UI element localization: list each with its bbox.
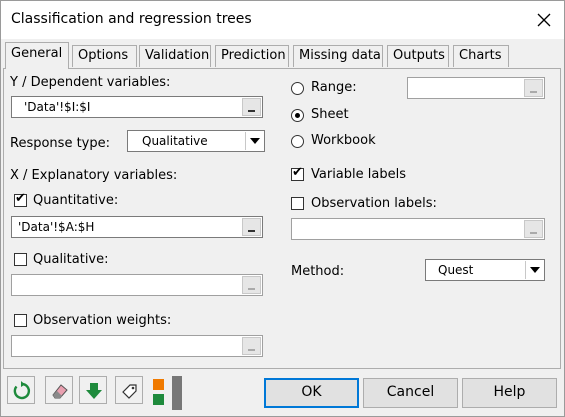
ok-button[interactable]: OK <box>264 378 359 408</box>
tab-label: Prediction <box>221 48 286 63</box>
range-radio[interactable] <box>291 82 304 95</box>
workbook-radio[interactable] <box>291 135 304 148</box>
range-label: Range: <box>311 80 357 95</box>
ok-label: OK <box>301 384 322 400</box>
range-select-button[interactable] <box>242 276 261 294</box>
close-icon[interactable] <box>533 9 555 31</box>
range-select-button[interactable] <box>524 79 543 97</box>
range-select-button[interactable] <box>524 220 543 238</box>
range-select-button[interactable] <box>242 218 261 236</box>
move-down-button[interactable] <box>79 376 107 404</box>
variable-labels-label: Variable labels <box>311 167 406 182</box>
sheet-label: Sheet <box>311 107 349 122</box>
tab-label: Missing data <box>299 48 381 63</box>
y-dependent-field[interactable]: 'Data'!$I:$I <box>11 96 263 118</box>
x-explanatory-label: X / Explanatory variables: <box>10 168 178 183</box>
quantitative-field[interactable]: 'Data'!$A:$H <box>11 216 263 238</box>
observation-labels-label: Observation labels: <box>311 196 437 211</box>
range-field[interactable] <box>407 77 545 99</box>
tab-label: Charts <box>459 48 502 63</box>
variable-labels-checkbox[interactable]: ✔ <box>291 165 304 181</box>
tab-label: Validation <box>145 48 210 63</box>
range-select-button[interactable] <box>242 98 261 116</box>
observation-weights-label: Observation weights: <box>33 313 172 328</box>
color-blocks-icon[interactable] <box>151 376 183 410</box>
chevron-down-icon <box>525 261 543 279</box>
method-select[interactable]: Quest <box>425 259 545 281</box>
workbook-label: Workbook <box>311 133 376 148</box>
refresh-button[interactable] <box>7 376 35 404</box>
response-type-select[interactable]: Qualitative <box>127 130 265 152</box>
checkmark-icon: ✔ <box>15 191 26 206</box>
tab-validation[interactable]: Validation <box>139 45 211 67</box>
title-bar: Classification and regression trees <box>1 1 564 39</box>
range-select-button[interactable] <box>242 337 261 355</box>
tab-label: General <box>11 46 63 61</box>
response-type-label: Response type: <box>10 136 110 151</box>
chevron-down-icon <box>245 132 263 150</box>
window-title: Classification and regression trees <box>11 11 252 27</box>
tab-general[interactable]: General <box>5 42 69 69</box>
dialog-window: Classification and regression trees Gene… <box>0 0 565 417</box>
observation-labels-checkbox[interactable] <box>291 197 304 210</box>
help-label: Help <box>493 384 526 400</box>
checkmark-icon: ✔ <box>292 165 303 180</box>
tab-strip: General Options Validation Prediction Mi… <box>1 41 564 69</box>
observation-weights-field[interactable] <box>11 335 263 357</box>
tab-label: Options <box>78 48 129 63</box>
tab-options[interactable]: Options <box>72 45 137 67</box>
cancel-button[interactable]: Cancel <box>363 378 458 408</box>
observation-weights-checkbox[interactable] <box>14 314 27 327</box>
method-value: Quest <box>438 263 474 277</box>
sheet-radio[interactable] <box>291 109 304 122</box>
y-dependent-value: 'Data'!$I:$I <box>24 100 91 114</box>
response-type-value: Qualitative <box>142 134 208 148</box>
bottom-toolbar: OK Cancel Help <box>1 370 564 416</box>
qualitative-label: Qualitative: <box>33 252 109 267</box>
tab-missing-data[interactable]: Missing data <box>293 45 383 67</box>
radio-selected-dot <box>295 113 300 118</box>
qualitative-field[interactable] <box>11 274 263 296</box>
tab-charts[interactable]: Charts <box>453 45 509 67</box>
tab-prediction[interactable]: Prediction <box>215 45 289 67</box>
quantitative-value: 'Data'!$A:$H <box>18 220 95 234</box>
tab-outputs[interactable]: Outputs <box>387 45 449 67</box>
quantitative-label: Quantitative: <box>33 193 119 208</box>
cancel-label: Cancel <box>386 384 435 400</box>
method-label: Method: <box>291 264 345 279</box>
quantitative-checkbox[interactable]: ✔ <box>14 191 27 207</box>
eraser-button[interactable] <box>45 376 73 404</box>
qualitative-checkbox[interactable] <box>14 253 27 266</box>
tab-label: Outputs <box>393 48 445 63</box>
y-dependent-label: Y / Dependent variables: <box>10 75 171 90</box>
labels-button[interactable] <box>115 376 143 404</box>
observation-labels-field[interactable] <box>291 218 545 240</box>
help-button[interactable]: Help <box>462 378 557 408</box>
